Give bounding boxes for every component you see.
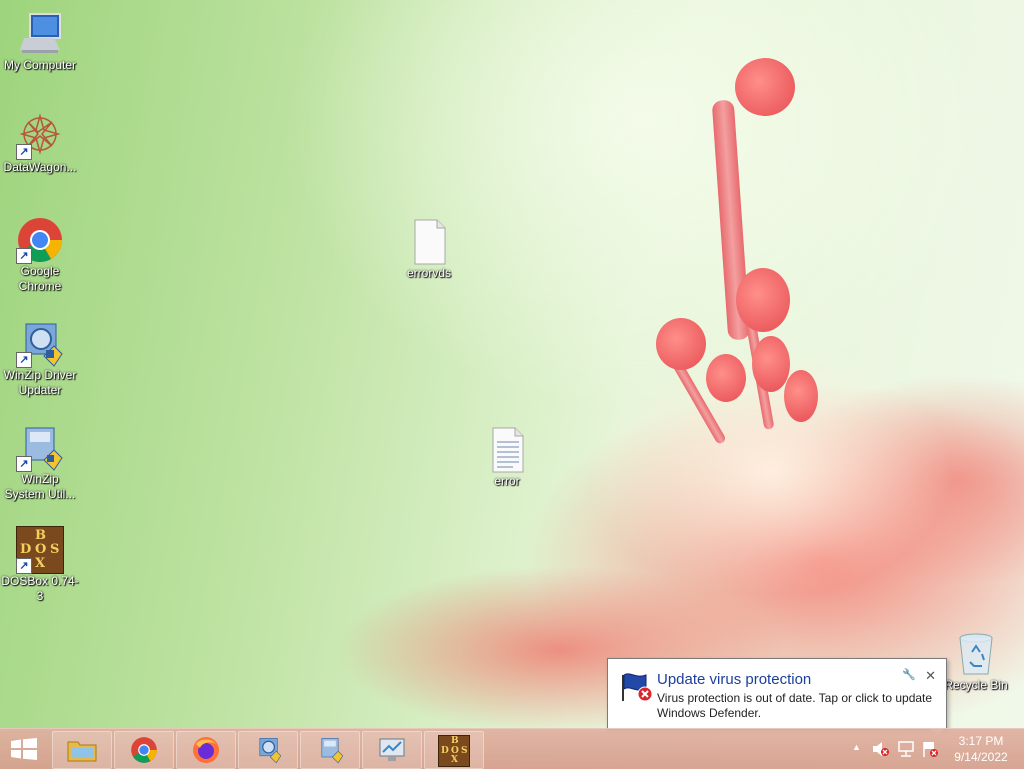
clock-date: 9/14/2022 — [954, 750, 1008, 764]
desktop-icon-my-computer[interactable]: My Computer — [0, 10, 80, 73]
computer-icon — [16, 10, 64, 58]
dosbox-letter: B — [451, 736, 459, 746]
dosbox-letter: O — [35, 542, 47, 557]
desktop-file-errorvds[interactable]: errorvds — [389, 218, 469, 281]
taskbar-firefox[interactable] — [176, 731, 236, 769]
desktop-icon-label: Recycle Bin — [944, 678, 1008, 692]
dosbox-icon: B D O S X ↗ — [16, 526, 64, 574]
volume-muted-icon[interactable] — [872, 741, 890, 757]
shortcut-arrow-icon: ↗ — [16, 558, 32, 574]
desktop-icon-recycle-bin[interactable]: Recycle Bin — [936, 630, 1016, 693]
winzip-driver-icon — [254, 736, 282, 764]
notification-balloon[interactable]: Update virus protection Virus protection… — [607, 658, 947, 730]
dosbox-letter: B — [35, 528, 46, 543]
action-center-flag-icon[interactable] — [921, 740, 939, 758]
file-explorer-icon — [67, 737, 97, 763]
dosbox-icon: B D O S X — [438, 735, 470, 767]
taskbar-winzip-driver-updater[interactable] — [238, 731, 298, 769]
taskbar-chrome[interactable] — [114, 731, 174, 769]
desktop-file-error[interactable]: error — [467, 426, 547, 489]
settings-wrench-icon[interactable]: 🔧 — [902, 668, 916, 681]
desktop-icon-winzip-system-utilities[interactable]: ↗ WinZip System Util... — [0, 424, 80, 502]
chrome-icon — [130, 736, 158, 764]
taskbar-winzip-system-utilities[interactable] — [300, 731, 360, 769]
shortcut-arrow-icon: ↗ — [16, 352, 32, 368]
desktop-icon-label: My Computer — [3, 58, 77, 72]
chrome-icon: ↗ — [16, 216, 64, 264]
dosbox-letter: D — [441, 746, 449, 756]
desktop-icon-label: DOSBox 0.74-3 — [1, 574, 79, 603]
desktop-icon-winzip-driver-updater[interactable]: ↗ WinZip Driver Updater — [0, 320, 80, 398]
notification-title: Update virus protection — [657, 671, 812, 688]
dosbox-letter: D — [20, 542, 32, 557]
windows-logo-icon — [11, 738, 37, 760]
taskbar-file-explorer[interactable] — [52, 731, 112, 769]
network-icon[interactable] — [897, 740, 915, 758]
dosbox-letter: X — [451, 755, 458, 765]
dosbox-letter: S — [50, 542, 60, 557]
text-file-icon — [483, 426, 531, 474]
blank-file-icon — [405, 218, 453, 266]
clock-time: 3:17 PM — [958, 734, 1004, 748]
start-button[interactable] — [0, 729, 48, 769]
defender-flag-icon — [620, 671, 654, 703]
shortcut-arrow-icon: ↗ — [16, 456, 32, 472]
desktop-icon-label: error — [494, 474, 520, 488]
taskbar-clock[interactable]: 3:17 PM 9/14/2022 — [946, 733, 1016, 765]
desktop-icon-google-chrome[interactable]: ↗ Google Chrome — [0, 216, 80, 294]
monitor-icon — [377, 737, 407, 763]
taskbar-monitor-app[interactable] — [362, 731, 422, 769]
datawagon-icon: ↗ — [16, 112, 64, 160]
notification-body: Virus protection is out of date. Tap or … — [657, 691, 933, 720]
desktop-icon-label: WinZip System Util... — [4, 472, 76, 501]
winzip-driver-icon: ↗ — [16, 320, 64, 368]
desktop-icon-dosbox[interactable]: B D O S X ↗ DOSBox 0.74-3 — [0, 526, 80, 604]
firefox-icon — [192, 736, 220, 764]
desktop-icon-datawagon[interactable]: ↗ DataWagon... — [0, 112, 80, 175]
desktop-icon-label: errorvds — [406, 266, 451, 280]
winzip-system-icon: ↗ — [16, 424, 64, 472]
shortcut-arrow-icon: ↗ — [16, 248, 32, 264]
desktop-icon-label: WinZip Driver Updater — [3, 368, 77, 397]
desktop-icon-label: Google Chrome — [18, 264, 62, 293]
recycle-bin-icon — [952, 630, 1000, 678]
desktop-icon-label: DataWagon... — [3, 160, 77, 174]
close-icon[interactable]: ✕ — [925, 668, 936, 684]
winzip-system-icon — [316, 736, 344, 764]
dosbox-letter: X — [35, 556, 46, 571]
taskbar: B D O S X ▲ 3:17 PM 9/14/2022 — [0, 728, 1024, 769]
taskbar-dosbox[interactable]: B D O S X — [424, 731, 484, 769]
shortcut-arrow-icon: ↗ — [16, 144, 32, 160]
dosbox-letter: S — [461, 746, 468, 756]
show-hidden-icons-button[interactable]: ▲ — [852, 742, 861, 752]
